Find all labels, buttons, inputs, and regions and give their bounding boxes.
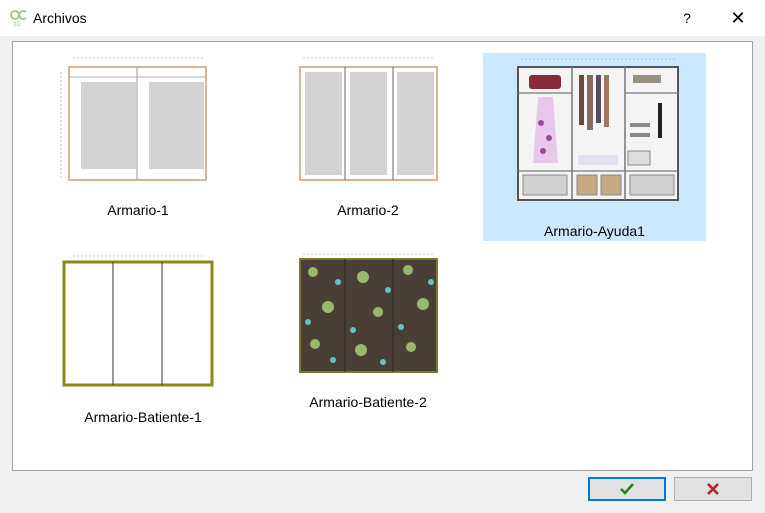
svg-text:3D: 3D [13, 22, 21, 27]
window-title: Archivos [33, 10, 87, 26]
armario-batiente-1-label: Armario-Batiente-1 [84, 409, 202, 425]
file-item-armario-batiente-1[interactable]: Armario-Batiente-1 [53, 252, 233, 437]
file-item-armario-ayuda1[interactable]: Armario-Ayuda1 [483, 53, 706, 241]
app-logo-icon: 3D [10, 10, 27, 27]
file-item-armario-1[interactable]: Armario-1 [53, 52, 223, 232]
cancel-button[interactable] [674, 477, 752, 501]
file-item-armario-batiente-2[interactable]: Armario-Batiente-2 [283, 252, 453, 427]
close-button[interactable]: ✕ [726, 6, 750, 30]
x-icon [707, 483, 719, 495]
armario-batiente-1-thumbnail [62, 255, 214, 387]
armario-1-thumbnail [60, 57, 207, 181]
armario-2-label: Armario-2 [337, 202, 399, 218]
checkmark-icon [620, 483, 634, 495]
armario-ayuda1-label: Armario-Ayuda1 [544, 223, 645, 239]
armario-batiente-2-label: Armario-Batiente-2 [309, 394, 427, 410]
help-button[interactable]: ? [676, 8, 698, 28]
ok-button[interactable] [588, 477, 666, 501]
armario-2-thumbnail [299, 57, 438, 181]
title-bar: 3D Archivos ? ✕ [0, 0, 765, 36]
armario-1-label: Armario-1 [107, 202, 169, 218]
file-item-armario-2[interactable]: Armario-2 [283, 52, 453, 232]
armario-batiente-2-thumbnail [299, 253, 438, 373]
files-panel: Armario-1 Armario-2 Armario-Ayuda1 Armar… [12, 41, 753, 471]
armario-ayuda1-thumbnail [517, 58, 679, 201]
